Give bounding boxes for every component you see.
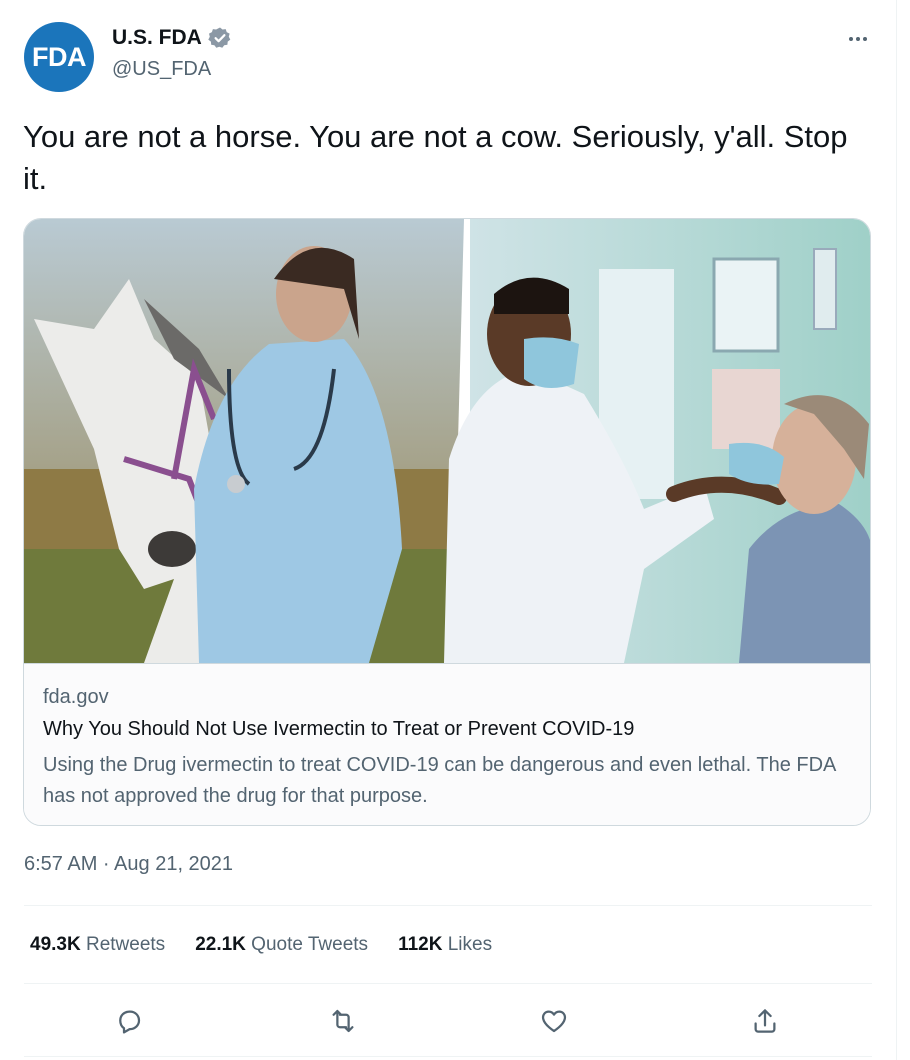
more-icon[interactable] <box>842 26 874 52</box>
retweets-label: Retweets <box>85 934 166 955</box>
quote-tweets-count: 22.1K <box>195 934 246 955</box>
author-handle[interactable]: @US_FDA <box>112 58 211 81</box>
author-name-row: U.S. FDA <box>112 26 232 50</box>
retweets-stat[interactable]: 49.3K Retweets <box>30 934 165 956</box>
retweet-icon[interactable] <box>326 1004 360 1038</box>
likes-stat[interactable]: 112K Likes <box>398 934 492 956</box>
verified-badge-icon <box>208 26 232 50</box>
tweet-timestamp[interactable]: 6:57 AM · Aug 21, 2021 <box>24 853 233 876</box>
avatar-logo-text: FDA <box>32 42 87 72</box>
card-body[interactable]: fda.gov Why You Should Not Use Ivermecti… <box>24 663 870 825</box>
likes-label: Likes <box>447 934 493 955</box>
share-icon[interactable] <box>748 1004 782 1038</box>
reply-icon[interactable] <box>112 1004 146 1038</box>
divider <box>24 1056 872 1057</box>
card-title[interactable]: Why You Should Not Use Ivermectin to Tre… <box>43 718 634 741</box>
timeline-border <box>896 0 897 1060</box>
quote-tweets-stat[interactable]: 22.1K Quote Tweets <box>195 934 368 956</box>
retweets-count: 49.3K <box>30 934 81 955</box>
quote-tweets-label: Quote Tweets <box>251 934 369 955</box>
card-description: Using the Drug ivermectin to treat COVID… <box>43 754 836 807</box>
engagement-stats: 49.3K Retweets 22.1K Quote Tweets 112K L… <box>30 934 522 956</box>
tweet: FDA U.S. FDA @US_FDA You are not a horse… <box>0 0 896 1060</box>
avatar[interactable]: FDA <box>24 22 94 92</box>
card-image[interactable] <box>24 219 871 663</box>
divider <box>24 905 872 906</box>
likes-count: 112K <box>398 934 443 955</box>
like-icon[interactable] <box>537 1004 571 1038</box>
link-card[interactable]: fda.gov Why You Should Not Use Ivermecti… <box>23 218 871 826</box>
author-display-name[interactable]: U.S. FDA <box>112 26 202 50</box>
card-domain: fda.gov <box>43 686 109 708</box>
tweet-text: You are not a horse. You are not a cow. … <box>23 119 848 196</box>
divider <box>24 983 872 984</box>
